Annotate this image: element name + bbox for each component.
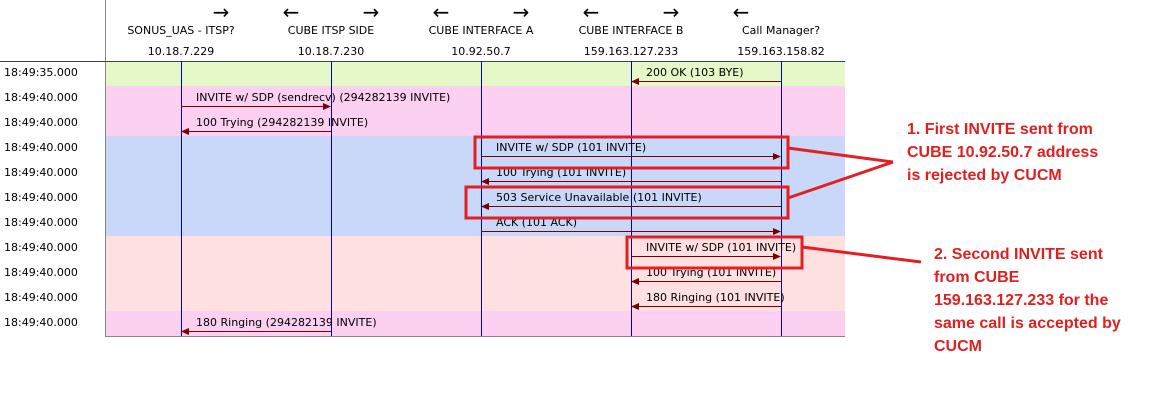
annotation-2-line: 159.163.127.233 for the <box>934 292 1109 309</box>
participant-ip: 10.18.7.229 <box>148 45 214 58</box>
message-label: INVITE w/ SDP (101 INVITE) <box>646 241 796 254</box>
timestamp: 18:49:40.000 <box>4 216 78 229</box>
annotation-2-line: same call is accepted by <box>934 315 1121 332</box>
participant-name: CUBE ITSP SIDE <box>288 24 374 37</box>
participant-ip: 159.163.127.233 <box>584 45 678 58</box>
left-arrow-icon: ← <box>433 0 450 24</box>
timestamp: 18:49:40.000 <box>4 91 78 104</box>
timestamp: 18:49:40.000 <box>4 141 78 154</box>
timestamp: 18:49:40.000 <box>4 116 78 129</box>
annotation-2-line: from CUBE <box>934 269 1020 286</box>
left-arrow-icon: ← <box>283 0 300 24</box>
message-label: 180 Ringing (294282139 INVITE) <box>196 316 377 329</box>
participant-name: CUBE INTERFACE B <box>579 24 684 37</box>
timestamp: 18:49:40.000 <box>4 241 78 254</box>
annotation-1: 1. First INVITE sent from CUBE 10.92.50.… <box>907 118 1167 187</box>
message-label: 180 Ringing (101 INVITE) <box>646 291 785 304</box>
participant-ip: 10.92.50.7 <box>451 45 510 58</box>
timestamp: 18:49:40.000 <box>4 166 78 179</box>
left-arrow-icon: ← <box>733 0 750 24</box>
timestamp: 18:49:40.000 <box>4 266 78 279</box>
left-arrow-icon: ← <box>583 0 600 24</box>
right-arrow-icon: → <box>663 0 680 24</box>
message-label: 200 OK (103 BYE) <box>646 66 744 79</box>
timestamp: 18:49:40.000 <box>4 191 78 204</box>
annotation-1-line: is rejected by CUCM <box>907 167 1062 184</box>
participant-ip: 10.18.7.230 <box>298 45 364 58</box>
timestamp: 18:49:35.000 <box>4 66 78 79</box>
participant-name: Call Manager? <box>742 24 820 37</box>
annotation-2: 2. Second INVITE sent from CUBE 159.163.… <box>934 243 1174 358</box>
row-background <box>106 211 845 236</box>
participant-ip: 159.163.158.82 <box>737 45 824 58</box>
annotation-1-line: 1. First INVITE sent from <box>907 121 1093 138</box>
message-label: INVITE w/ SDP (sendrecv) (294282139 INVI… <box>196 91 450 104</box>
annotation-2-line: CUCM <box>934 338 982 355</box>
timestamp: 18:49:40.000 <box>4 316 78 329</box>
right-arrow-icon: → <box>213 0 230 24</box>
message-label: 503 Service Unavailable (101 INVITE) <box>496 191 702 204</box>
timestamp: 18:49:40.000 <box>4 291 78 304</box>
annotation-2-line: 2. Second INVITE sent <box>934 246 1103 263</box>
right-arrow-icon: → <box>513 0 530 24</box>
row-background <box>106 186 845 211</box>
right-arrow-icon: → <box>363 0 380 24</box>
participant-name: CUBE INTERFACE A <box>429 24 534 37</box>
message-label: INVITE w/ SDP (101 INVITE) <box>496 141 646 154</box>
annotation-1-line: CUBE 10.92.50.7 address <box>907 144 1099 161</box>
participant-name: SONUS_UAS - ITSP? <box>127 24 235 37</box>
message-label: 100 Trying (294282139 INVITE) <box>196 116 368 129</box>
